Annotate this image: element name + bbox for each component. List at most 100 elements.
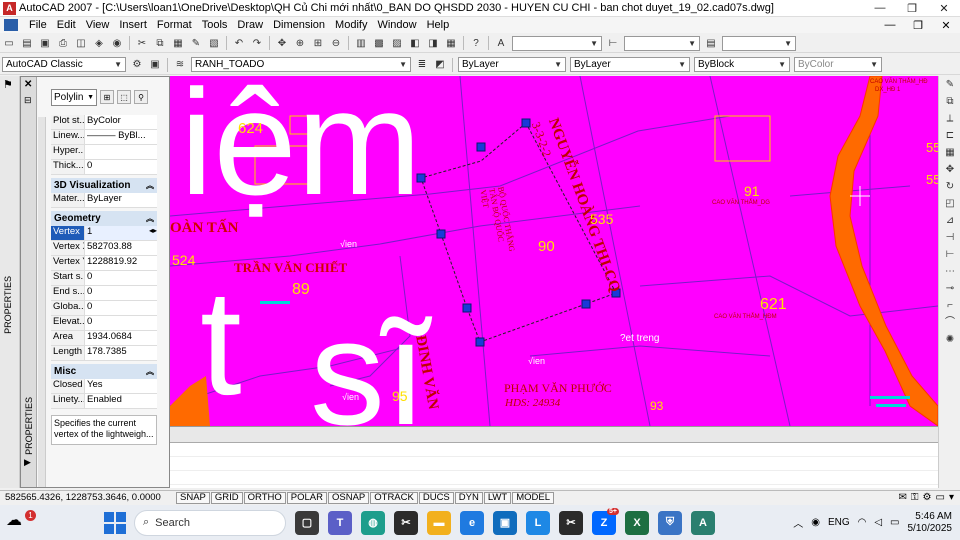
join-icon[interactable]: ⊸ — [942, 281, 958, 297]
help-icon[interactable]: ? — [468, 36, 484, 51]
stretch-icon[interactable]: ⊿ — [942, 213, 958, 229]
vertex-value[interactable]: 1 — [87, 226, 92, 237]
capcut-2-icon[interactable]: ✂ — [559, 510, 583, 535]
paste-icon[interactable]: ▦ — [170, 36, 186, 51]
trim-icon[interactable]: ⊣ — [942, 230, 958, 246]
prop-row[interactable]: Vertex Y1228819.92 — [51, 256, 157, 271]
ortho-toggle[interactable]: ORTHO — [243, 491, 286, 504]
edge-icon[interactable]: e — [460, 510, 484, 535]
document-icon[interactable] — [4, 19, 18, 31]
clock[interactable]: 5:46 AM 5/10/2025 — [908, 511, 953, 535]
prop-row[interactable]: Length 178.7385 — [51, 346, 157, 361]
menu-view[interactable]: View — [81, 19, 115, 31]
autohide-icon[interactable]: ⊟ — [24, 95, 32, 106]
palette-scrollbar[interactable] — [38, 117, 46, 487]
vertex-stepper[interactable]: 1 ◂▸ — [85, 226, 157, 240]
l-app-icon[interactable]: L — [526, 510, 550, 535]
extend-icon[interactable]: ⊢ — [942, 247, 958, 263]
lock-icon[interactable]: ⚿ — [911, 492, 919, 503]
battery-icon[interactable]: ▭ — [890, 517, 899, 528]
excel-icon[interactable]: X — [625, 510, 649, 535]
taskbar-search[interactable]: ⌕ Search — [134, 509, 286, 536]
tool-palette-icon[interactable]: ⚑ — [3, 78, 13, 91]
preview-icon[interactable]: ◫ — [73, 36, 89, 51]
close-icon[interactable]: ✕ — [24, 79, 32, 90]
start-button[interactable] — [104, 511, 126, 534]
autocad-app-icon[interactable]: A — [3, 1, 16, 15]
communication-center-icon[interactable]: ✉ — [899, 492, 907, 503]
move-icon[interactable]: ✥ — [942, 162, 958, 178]
properties-icon[interactable]: ▥ — [353, 36, 369, 51]
capcut-icon[interactable]: ✂ — [394, 510, 418, 535]
workspace-dropdown[interactable]: AutoCAD Classic ▼ — [2, 57, 126, 72]
layer-previous-icon[interactable]: ◩ — [432, 57, 448, 72]
menu-file[interactable]: File — [24, 19, 52, 31]
explode-icon[interactable]: ✺ — [942, 332, 958, 348]
chamfer-icon[interactable]: ⌐ — [942, 298, 958, 314]
section-geometry[interactable]: Geometry ︽ — [51, 211, 157, 226]
zoom-realtime-icon[interactable]: ⊕ — [292, 36, 308, 51]
dwf-icon[interactable]: ◉ — [109, 36, 125, 51]
plot-icon[interactable]: ⎙ — [55, 36, 71, 51]
array-icon[interactable]: ▦ — [942, 145, 958, 161]
my-workspace-icon[interactable]: ▣ — [147, 57, 163, 72]
prop-row[interactable]: Closed Yes — [51, 379, 157, 394]
open-icon[interactable]: ▤ — [19, 36, 35, 51]
osnap-toggle[interactable]: OSNAP — [327, 491, 370, 504]
section-3d-visualization[interactable]: 3D Visualization ︽ — [51, 178, 157, 193]
vertex-next-icon[interactable]: ◂▸ — [149, 226, 157, 235]
security-shield-icon[interactable]: ⛨ — [658, 510, 682, 535]
new-icon[interactable]: ▭ — [1, 36, 17, 51]
weather-widget-icon[interactable]: ☁ 1 — [6, 509, 36, 536]
break-icon[interactable]: ⋯ — [942, 264, 958, 280]
offset-icon[interactable]: ⊏ — [942, 128, 958, 144]
markup-icon[interactable]: ◨ — [425, 36, 441, 51]
lwt-toggle[interactable]: LWT — [483, 491, 512, 504]
lineweight-dropdown[interactable]: ByBlock ▼ — [694, 57, 790, 72]
prop-row[interactable]: Vertex X582703.88 — [51, 241, 157, 256]
collapse-icon[interactable]: ︽ — [146, 213, 154, 224]
menu-insert[interactable]: Insert — [114, 19, 152, 31]
task-view-icon[interactable]: ▢ — [295, 510, 319, 535]
menu-tools[interactable]: Tools — [197, 19, 233, 31]
restore-button[interactable]: ❐ — [896, 0, 928, 17]
chevron-up-icon[interactable]: ︿ — [793, 515, 803, 530]
redo-icon[interactable]: ↷ — [249, 36, 265, 51]
teams-icon[interactable]: T — [328, 510, 352, 535]
coordinate-readout[interactable]: 582565.4326, 1228753.3646, 0.0000 — [0, 492, 176, 503]
make-current-layer-icon[interactable]: ≣ — [414, 57, 430, 72]
snap-toggle[interactable]: SNAP — [176, 491, 210, 504]
prop-row[interactable]: Thick... 0 — [51, 160, 157, 175]
section-misc[interactable]: Misc ︽ — [51, 364, 157, 379]
block-editor-icon[interactable]: ▧ — [206, 36, 222, 51]
wifi-icon[interactable]: ◠ — [858, 517, 867, 528]
prop-row[interactable]: End s... 0 — [51, 286, 157, 301]
collapse-icon[interactable]: ︽ — [146, 366, 154, 377]
table-style-dropdown[interactable]: ▼ — [722, 35, 796, 51]
zalo-icon[interactable]: Z 5+ — [592, 507, 619, 535]
prop-row[interactable]: Mater... ByLayer — [51, 193, 157, 208]
prop-row[interactable]: Hyper... — [51, 145, 157, 160]
store-icon[interactable]: ▣ — [493, 510, 517, 535]
close-button[interactable]: ✕ — [928, 0, 960, 17]
layer-manager-icon[interactable]: ≋ — [172, 57, 188, 72]
undo-icon[interactable]: ↶ — [231, 36, 247, 51]
prop-row[interactable]: Linew... ——— ByBl... — [51, 130, 157, 145]
status-menu-icon[interactable]: ▾ — [949, 492, 954, 503]
language-indicator[interactable]: ENG — [828, 517, 850, 528]
doc-close-button[interactable]: ✕ — [932, 19, 960, 32]
prop-row[interactable]: Area 1934.0684 — [51, 331, 157, 346]
command-input-line[interactable] — [170, 471, 938, 485]
pickadd-icon[interactable]: ⊞ — [100, 90, 114, 104]
command-window[interactable] — [170, 442, 938, 488]
cut-icon[interactable]: ✂ — [134, 36, 150, 51]
autocad-taskbar-icon[interactable]: A — [691, 510, 715, 535]
prop-row[interactable]: Start s... 0 — [51, 271, 157, 286]
plotstyle-dropdown[interactable]: ByColor ▼ — [794, 57, 882, 72]
otrack-toggle[interactable]: OTRACK — [370, 491, 418, 504]
vertex-row[interactable]: Vertex 1 ◂▸ — [51, 226, 157, 241]
copy-icon[interactable]: ⧉ — [152, 36, 168, 51]
menu-edit[interactable]: Edit — [52, 19, 81, 31]
ducs-toggle[interactable]: DUCS — [418, 491, 454, 504]
dyn-toggle[interactable]: DYN — [454, 491, 483, 504]
